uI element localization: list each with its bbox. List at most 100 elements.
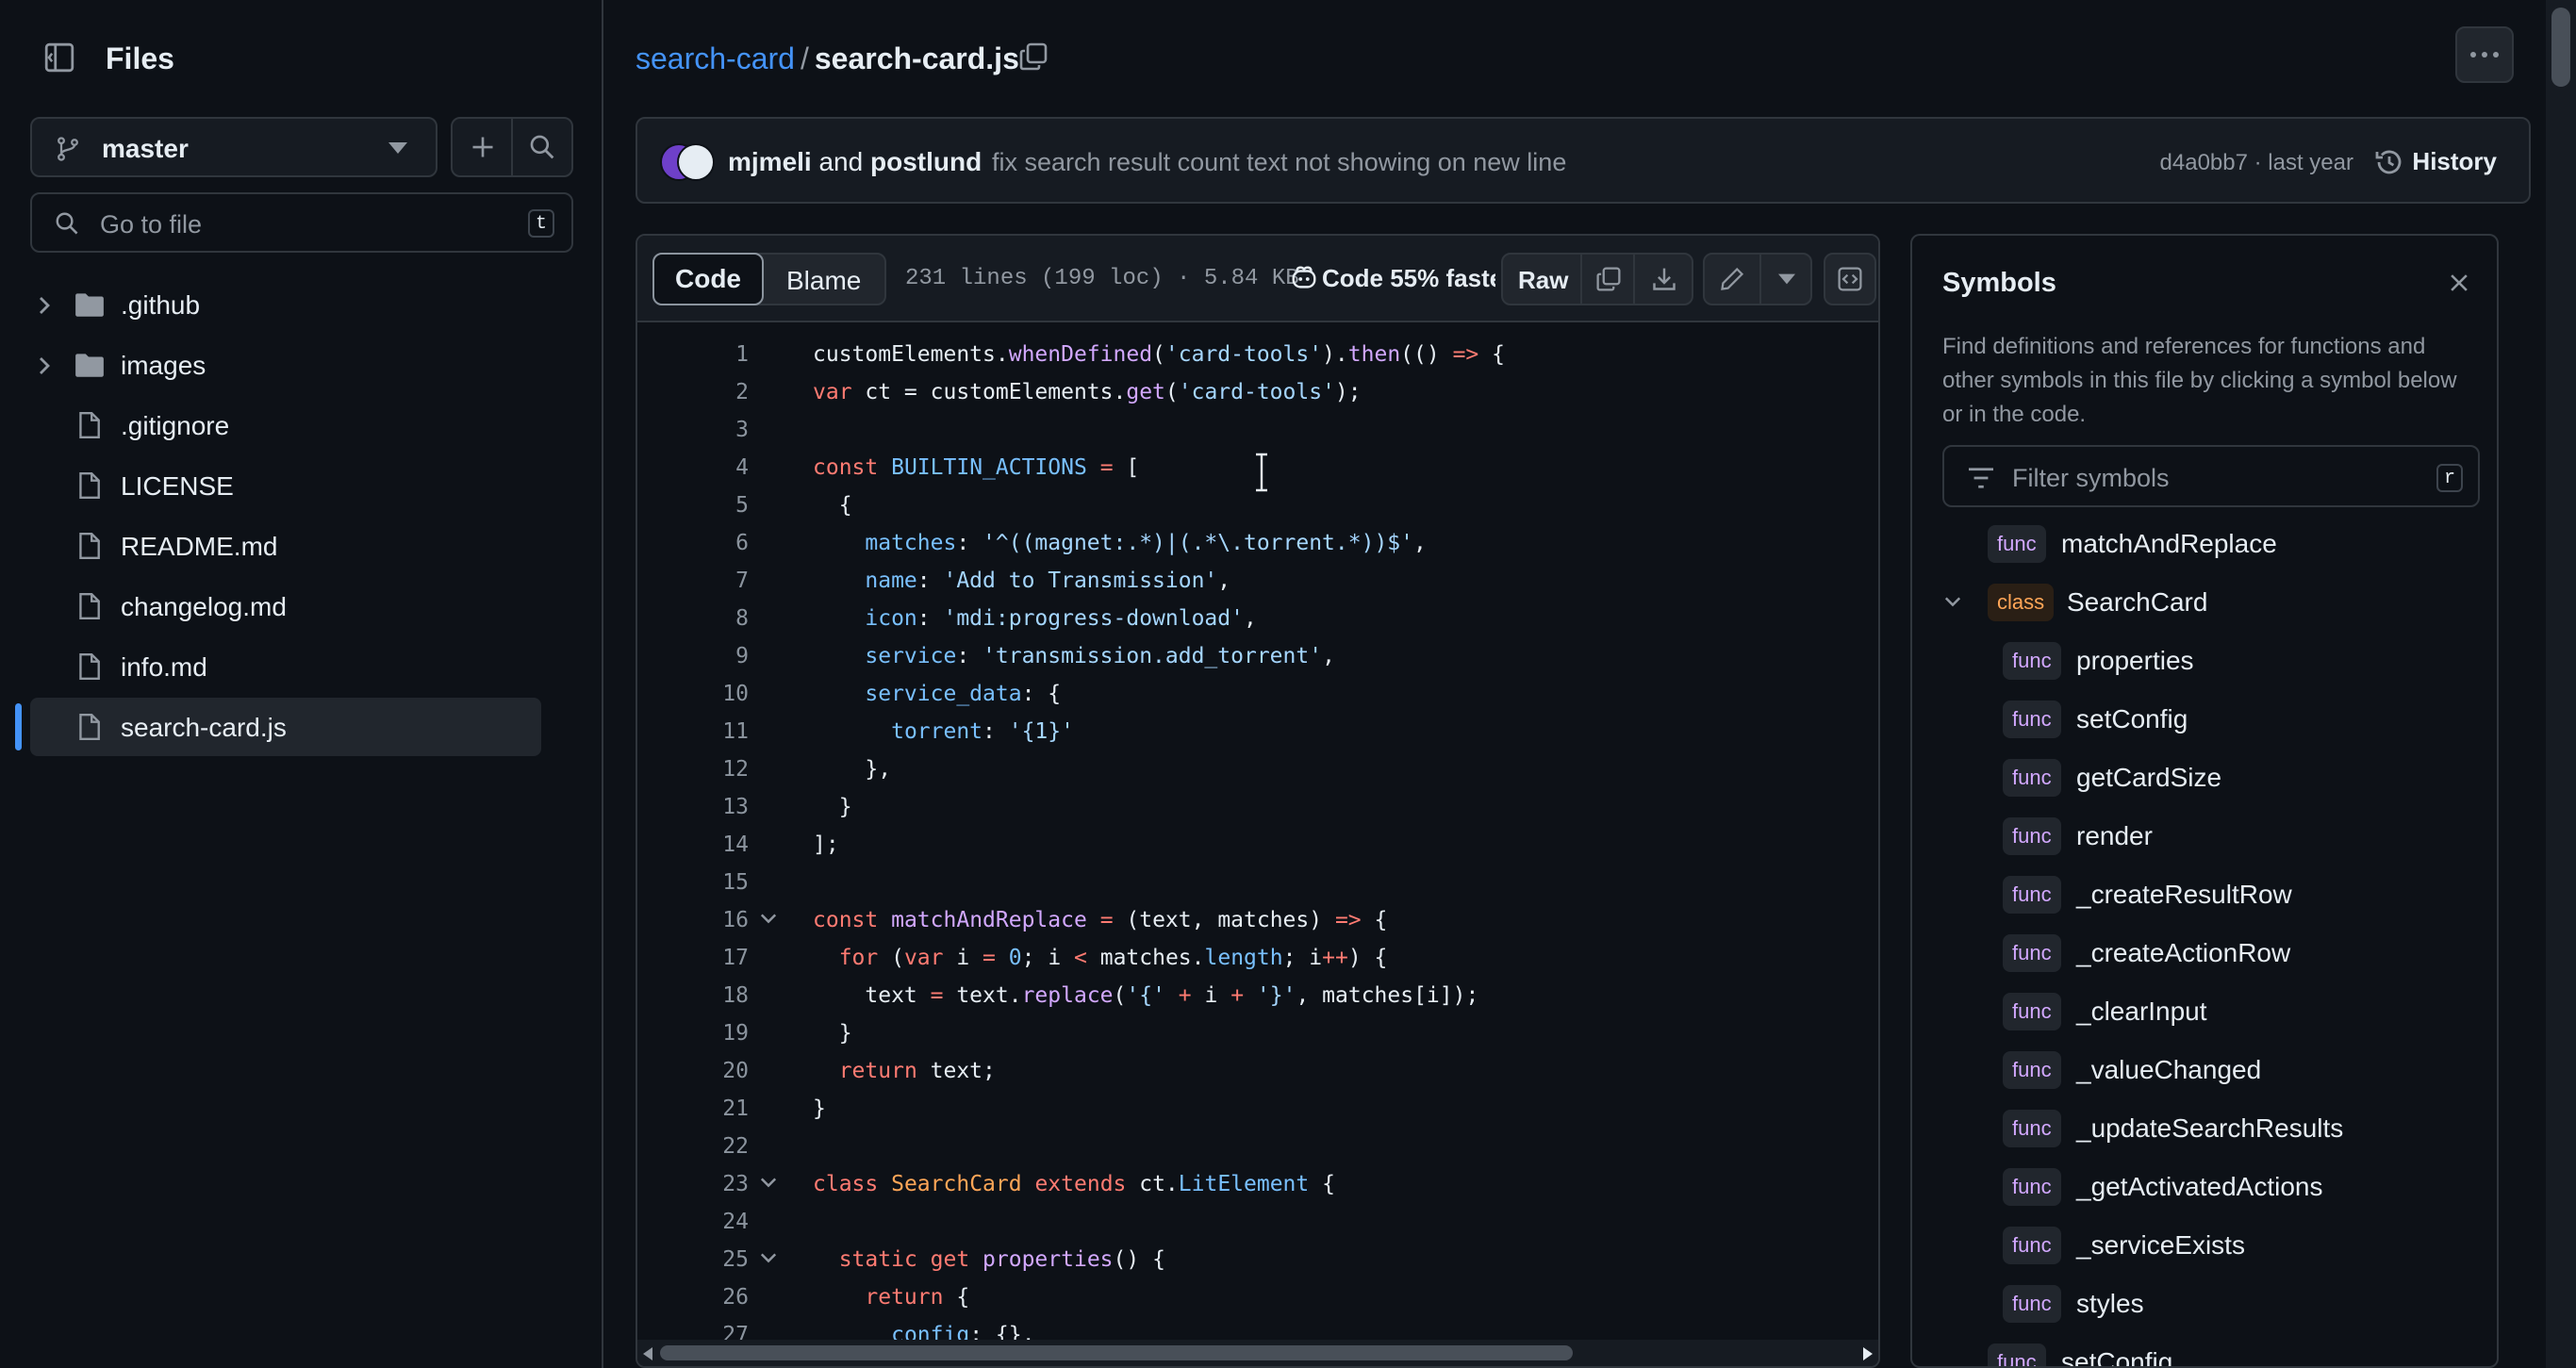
tree-item-license[interactable]: LICENSE — [0, 456, 603, 515]
symbol-item-properties[interactable]: func properties — [1912, 637, 2497, 684]
tab-code[interactable]: Code — [652, 253, 764, 305]
line-text: text = text.replace('{' + i + '}', match… — [813, 983, 1479, 1008]
symbol-item-clearinput[interactable]: func _clearInput — [1912, 988, 2497, 1035]
symbol-item-getcardsize[interactable]: func getCardSize — [1912, 754, 2497, 801]
collapse-sidebar-button[interactable] — [30, 30, 89, 85]
line-number[interactable]: 5 — [637, 493, 749, 518]
line-number[interactable]: 16 — [637, 908, 749, 932]
add-file-button[interactable] — [453, 119, 513, 175]
tree-item-github[interactable]: .github — [0, 275, 603, 334]
line-number[interactable]: 22 — [637, 1134, 749, 1159]
commit-message-link[interactable]: fix search result count text not showing… — [992, 148, 1566, 177]
symbol-item-createresultrow[interactable]: func _createResultRow — [1912, 871, 2497, 918]
tree-item-images[interactable]: images — [0, 336, 603, 394]
line-number[interactable]: 1 — [637, 342, 749, 367]
line-number[interactable]: 20 — [637, 1059, 749, 1083]
go-to-file-input[interactable]: Go to file t — [30, 192, 573, 253]
line-number[interactable]: 3 — [637, 418, 749, 442]
scroll-right-icon[interactable] — [1861, 1347, 1873, 1360]
search-code-button[interactable] — [513, 119, 571, 175]
line-number[interactable]: 12 — [637, 757, 749, 782]
line-number[interactable]: 2 — [637, 380, 749, 404]
horizontal-scrollbar[interactable] — [637, 1340, 1878, 1366]
tree-item-gitignore[interactable]: .gitignore — [0, 396, 603, 454]
symbol-item-setconfig[interactable]: func setConfig — [1912, 696, 2497, 743]
symbols-panel-toggle[interactable] — [1824, 253, 1876, 305]
line-number[interactable]: 18 — [637, 983, 749, 1008]
scrollbar-thumb[interactable] — [660, 1345, 1573, 1360]
symbol-item-serviceexists[interactable]: func _serviceExists — [1912, 1222, 2497, 1269]
raw-button[interactable]: Raw — [1518, 266, 1568, 295]
line-number[interactable]: 14 — [637, 832, 749, 857]
copy-path-button[interactable] — [1018, 41, 1052, 75]
symbol-item-matchandreplace[interactable]: func matchAndReplace — [1912, 520, 2497, 568]
symbol-item-updatesearchresults[interactable]: func _updateSearchResults — [1912, 1105, 2497, 1152]
line-number[interactable]: 17 — [637, 946, 749, 970]
history-button[interactable]: History — [2376, 147, 2497, 176]
breadcrumb-repo-link[interactable]: search-card — [636, 41, 795, 75]
tree-item-search-card-js[interactable]: search-card.js — [0, 698, 603, 756]
symbol-item-styles[interactable]: func styles — [1912, 1280, 2497, 1327]
line-number[interactable]: 10 — [637, 682, 749, 706]
scroll-left-icon[interactable] — [643, 1347, 654, 1360]
fold-chevron-icon[interactable] — [760, 1252, 777, 1263]
line-number[interactable]: 11 — [637, 719, 749, 744]
copy-icon — [1019, 42, 1048, 71]
code-line: 8 icon: 'mdi:progress-download', — [637, 600, 1878, 637]
line-number[interactable]: 25 — [637, 1247, 749, 1272]
file-icon — [79, 592, 100, 620]
symbol-item-getactivatedactions[interactable]: func _getActivatedActions — [1912, 1163, 2497, 1211]
commit-author-link[interactable]: mjmeli — [728, 147, 812, 176]
chevron-right-icon[interactable] — [38, 296, 51, 315]
fold-chevron-icon[interactable] — [760, 1177, 777, 1188]
symbol-item-valuechanged[interactable]: func _valueChanged — [1912, 1047, 2497, 1094]
symbol-item-render[interactable]: func render — [1912, 813, 2497, 860]
tree-item-readme-md[interactable]: README.md — [0, 517, 603, 575]
tab-blame[interactable]: Blame — [786, 266, 861, 296]
line-number[interactable]: 26 — [637, 1285, 749, 1310]
page-scrollbar-thumb[interactable] — [2551, 8, 2570, 87]
line-number[interactable]: 9 — [637, 644, 749, 668]
page-scrollbar[interactable] — [2546, 0, 2576, 1368]
tree-item-info-md[interactable]: info.md — [0, 637, 603, 696]
close-symbols-button[interactable] — [2446, 270, 2476, 300]
edit-file-button[interactable] — [1705, 255, 1759, 304]
edit-options-dropdown[interactable] — [1759, 255, 1810, 304]
line-number[interactable]: 13 — [637, 795, 749, 819]
line-number[interactable]: 4 — [637, 455, 749, 480]
symbol-item-searchcard[interactable]: class SearchCard — [1912, 579, 2497, 626]
chevron-right-icon[interactable] — [38, 356, 51, 375]
line-number[interactable]: 8 — [637, 606, 749, 631]
line-number[interactable]: 23 — [637, 1172, 749, 1196]
line-number[interactable]: 19 — [637, 1021, 749, 1046]
download-raw-button[interactable] — [1633, 255, 1692, 304]
line-number[interactable]: 15 — [637, 870, 749, 895]
symbol-item-setconfig[interactable]: func setConfig — [1912, 1339, 2497, 1366]
code-line: 10 service_data: { — [637, 675, 1878, 713]
pencil-icon — [1721, 267, 1744, 290]
copilot-promo-link[interactable]: Code 55% faster with GitHub Copilot — [1322, 264, 1495, 293]
line-text: for (var i = 0; i < matches.length; i++)… — [838, 946, 1388, 970]
symbol-name: _updateSearchResults — [2076, 1113, 2344, 1143]
line-number[interactable]: 24 — [637, 1210, 749, 1234]
symbol-name: SearchCard — [2067, 587, 2208, 617]
line-number[interactable]: 6 — [637, 531, 749, 555]
copy-raw-button[interactable] — [1580, 255, 1633, 304]
line-number[interactable]: 7 — [637, 569, 749, 593]
symbol-name: styles — [2076, 1289, 2144, 1318]
shortcut-key-r: r — [2436, 464, 2463, 492]
commit-coauthor-link[interactable]: postlund — [870, 147, 982, 176]
commit-sha-time[interactable]: d4a0bb7 · last year — [2160, 150, 2353, 176]
tree-item-changelog-md[interactable]: changelog.md — [0, 577, 603, 635]
symbol-item-createactionrow[interactable]: func _createActionRow — [1912, 930, 2497, 977]
more-options-button[interactable] — [2455, 26, 2514, 83]
line-number[interactable]: 21 — [637, 1096, 749, 1121]
breadcrumb-separator: / — [800, 41, 809, 75]
fold-chevron-icon[interactable] — [760, 913, 777, 924]
author-avatars[interactable] — [660, 143, 717, 181]
tree-item-label: .gitignore — [121, 411, 230, 440]
text-cursor-icon — [1256, 453, 1267, 492]
filter-symbols-input[interactable]: Filter symbols r — [1942, 445, 2480, 507]
branch-select[interactable]: master — [30, 117, 438, 177]
chevron-down-icon[interactable] — [1944, 596, 1961, 607]
